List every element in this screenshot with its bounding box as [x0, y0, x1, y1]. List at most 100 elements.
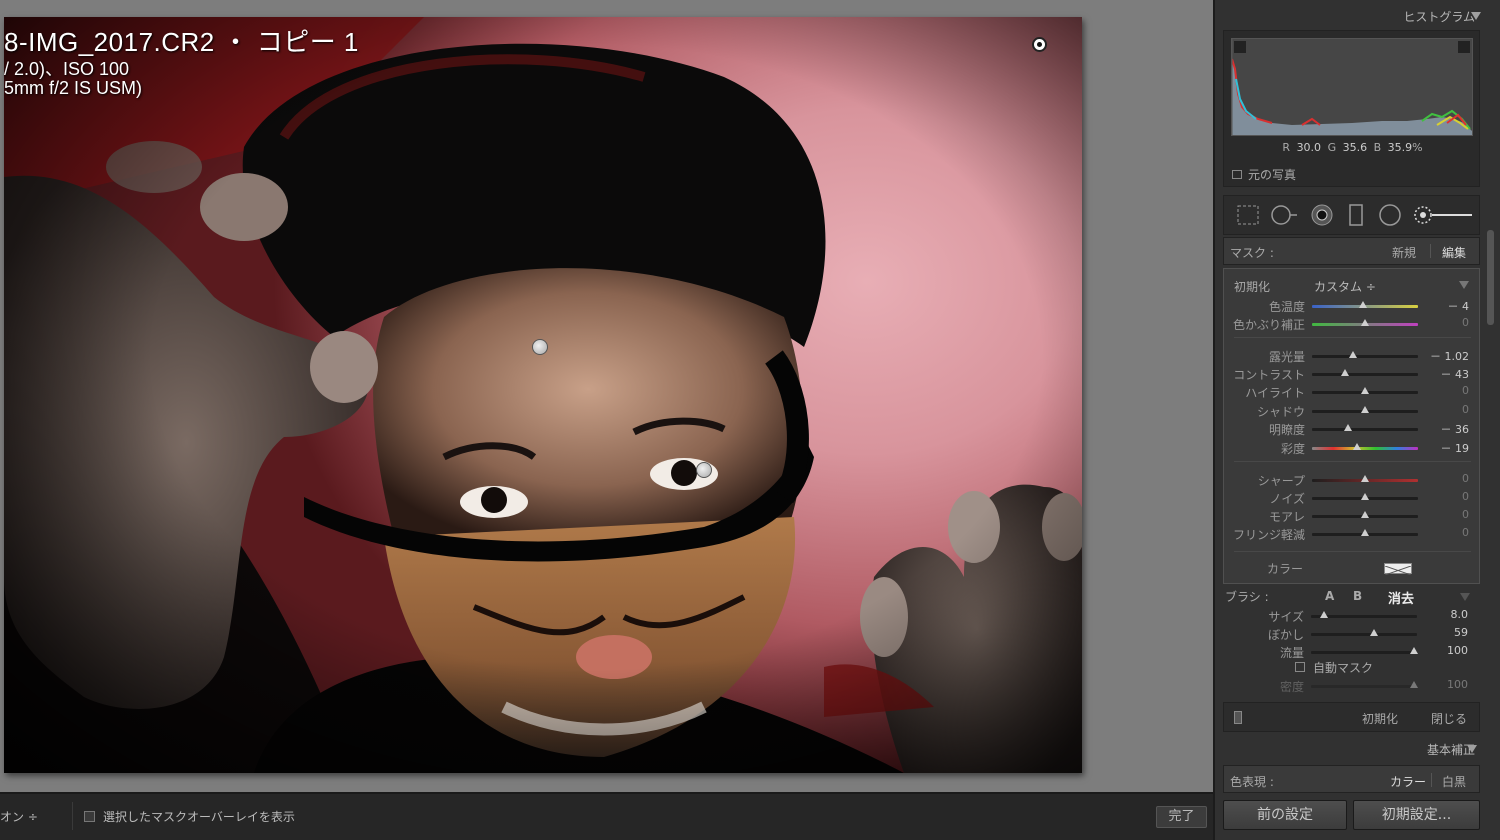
brush-tab-a[interactable]: A: [1325, 589, 1334, 603]
mask-new-button[interactable]: 新規: [1392, 244, 1416, 261]
shadows-slider[interactable]: [1312, 406, 1418, 413]
sharpness-row: シャープ 0: [1224, 471, 1481, 489]
panel-scrollbar[interactable]: [1487, 230, 1494, 325]
mask-edit-button[interactable]: 編集: [1442, 244, 1466, 261]
highlights-label: ハイライト: [1245, 386, 1305, 400]
slider-thumb[interactable]: [1409, 681, 1418, 688]
treatment-color-button[interactable]: カラー: [1390, 773, 1426, 790]
original-photo-checkbox[interactable]: [1232, 170, 1242, 179]
clarity-row: 明瞭度 － 36: [1224, 420, 1481, 438]
moire-row: モアレ 0: [1224, 507, 1481, 525]
shadows-label: シャドウ: [1256, 405, 1305, 419]
histogram-panel: R 30.0 G 35.6 B 35.9% 元の写真: [1223, 30, 1480, 187]
slider-thumb[interactable]: [1340, 369, 1349, 376]
brush-size-row: サイズ 8.0: [1223, 607, 1480, 625]
brush-tab-b[interactable]: B: [1353, 589, 1362, 603]
tool-strip: [1223, 195, 1480, 235]
temperature-slider[interactable]: [1312, 301, 1418, 308]
slider-thumb[interactable]: [1361, 493, 1369, 500]
highlights-slider[interactable]: [1312, 387, 1418, 394]
group-divider: [1234, 461, 1471, 462]
group-divider: [1234, 551, 1471, 552]
auto-mask-checkbox[interactable]: [1295, 662, 1305, 672]
brush-flow-slider[interactable]: [1311, 647, 1418, 654]
slider-thumb[interactable]: [1361, 406, 1369, 413]
clarity-slider[interactable]: [1312, 424, 1418, 431]
highlight-clipping-icon[interactable]: [1458, 41, 1470, 53]
previous-settings-button[interactable]: 前の設定: [1223, 800, 1347, 830]
brush-flow-value: 100: [1447, 644, 1468, 657]
mask-pin[interactable]: [696, 462, 712, 478]
contrast-slider[interactable]: [1312, 369, 1418, 376]
brush-feather-slider[interactable]: [1311, 629, 1417, 636]
reset-defaults-button[interactable]: 初期設定...: [1353, 800, 1480, 830]
histogram-header[interactable]: ヒストグラム: [1403, 8, 1475, 25]
clarity-label: 明瞭度: [1268, 423, 1305, 437]
brush-label: ブラシ :: [1225, 590, 1269, 604]
slider-thumb[interactable]: [1361, 511, 1369, 518]
red-eye-icon[interactable]: [1310, 204, 1334, 226]
collapse-triangle-icon[interactable]: [1467, 745, 1477, 753]
brush-size-value: 8.0: [1450, 608, 1469, 621]
photo-image: [4, 17, 1082, 773]
slider-thumb[interactable]: [1361, 319, 1369, 326]
treatment-divider: [1431, 773, 1432, 787]
slider-thumb[interactable]: [1409, 647, 1418, 654]
brush-feather-row: ぼかし 59: [1223, 625, 1480, 643]
radial-filter-icon[interactable]: [1378, 204, 1402, 226]
spot-removal-icon[interactable]: [1270, 204, 1300, 226]
reset-button[interactable]: 初期化: [1362, 710, 1398, 727]
noise-slider[interactable]: [1312, 493, 1418, 500]
graduated-filter-icon[interactable]: [1346, 204, 1366, 226]
crop-overlay-icon[interactable]: [1236, 204, 1260, 226]
effect-preset-select[interactable]: カスタム ÷: [1314, 278, 1376, 295]
tint-slider[interactable]: [1312, 319, 1418, 326]
group-divider: [1234, 337, 1471, 338]
mask-row: マスク : 新規 編集: [1223, 237, 1480, 265]
done-button[interactable]: 完了: [1156, 806, 1207, 828]
collapse-triangle-icon[interactable]: [1459, 281, 1469, 289]
brush-size-slider[interactable]: [1311, 611, 1417, 618]
active-mask-pin[interactable]: [1032, 37, 1047, 52]
tool-overlay-select[interactable]: オン ÷: [0, 808, 38, 825]
treatment-bw-button[interactable]: 白黒: [1442, 773, 1466, 790]
sharpness-slider[interactable]: [1312, 475, 1418, 482]
slider-thumb[interactable]: [1319, 611, 1328, 618]
collapse-triangle-icon[interactable]: [1471, 12, 1481, 20]
slider-thumb[interactable]: [1344, 424, 1353, 431]
slider-thumb[interactable]: [1369, 629, 1378, 636]
density-slider[interactable]: [1311, 681, 1418, 688]
mask-pin[interactable]: [532, 339, 548, 355]
close-button[interactable]: 閉じる: [1431, 710, 1467, 727]
panel-toggle-switch[interactable]: [1234, 711, 1242, 724]
saturation-slider[interactable]: [1312, 443, 1418, 450]
contrast-value: － 43: [1440, 368, 1470, 381]
exposure-slider[interactable]: [1312, 351, 1418, 358]
adjustment-brush-icon[interactable]: [1412, 204, 1474, 226]
color-swatch[interactable]: [1384, 563, 1412, 576]
exposure-label: 露光量: [1268, 350, 1305, 364]
slider-thumb[interactable]: [1361, 529, 1369, 536]
noise-label: ノイズ: [1269, 492, 1305, 506]
contrast-label: コントラスト: [1233, 368, 1305, 382]
temperature-row: 色温度 － 4: [1224, 297, 1481, 315]
slider-thumb[interactable]: [1361, 475, 1369, 482]
collapse-triangle-icon[interactable]: [1460, 593, 1470, 601]
slider-thumb[interactable]: [1361, 387, 1369, 394]
photo-lens-info: 5mm f/2 IS USM): [4, 78, 143, 98]
defringe-slider[interactable]: [1312, 529, 1418, 536]
slider-thumb[interactable]: [1352, 443, 1361, 450]
slider-thumb[interactable]: [1349, 351, 1358, 358]
show-mask-overlay-checkbox[interactable]: [84, 811, 95, 822]
histogram-graph[interactable]: [1231, 38, 1473, 136]
temperature-label: 色温度: [1268, 300, 1305, 314]
defringe-label: フリンジ軽減: [1232, 528, 1305, 542]
moire-slider[interactable]: [1312, 511, 1418, 518]
brush-feather-label: ぼかし: [1267, 628, 1304, 642]
brush-size-label: サイズ: [1268, 610, 1304, 624]
shadow-clipping-icon[interactable]: [1234, 41, 1246, 53]
slider-thumb[interactable]: [1358, 301, 1367, 308]
brush-reset-row: 初期化 閉じる: [1223, 702, 1480, 732]
brush-erase-tab[interactable]: 消去: [1388, 588, 1414, 607]
photo-preview[interactable]: [4, 17, 1082, 773]
